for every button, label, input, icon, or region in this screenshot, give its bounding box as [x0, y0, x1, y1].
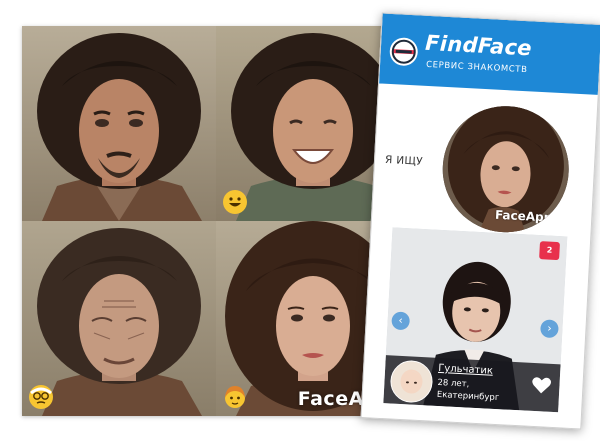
findface-phone-screen: FindFace СЕРВИС ЗНАКОМСТВ Я ИЩУ FaceApp — [360, 12, 600, 430]
looking-for-label: Я ИЩУ — [384, 153, 424, 168]
app-title: FindFace — [424, 30, 533, 61]
avatar-watermark: FaceApp — [494, 207, 553, 225]
female-emoji-icon — [225, 386, 245, 408]
profile-city: Екатеринбург — [436, 389, 500, 404]
photo-count: 2 — [546, 245, 553, 255]
old-emoji-icon — [29, 385, 53, 409]
match-card[interactable]: 2 ‹ › Гульчатик 28 лет, Екатеринбург — [383, 227, 568, 413]
photo-count-badge[interactable]: 2 — [539, 241, 561, 261]
profile-thumbnail[interactable] — [389, 359, 434, 404]
photo-original — [22, 26, 216, 221]
profile-info-bar: Гульчатик 28 лет, Екатеринбург — [383, 355, 561, 413]
uploaded-photo[interactable]: FaceApp — [439, 102, 572, 236]
heart-icon[interactable] — [531, 376, 552, 395]
app-tagline: СЕРВИС ЗНАКОМСТВ — [425, 59, 528, 76]
profile-name-link[interactable]: Гульчатик — [438, 363, 493, 377]
profile-age: 28 лет, — [437, 377, 470, 390]
smile-emoji-icon — [223, 190, 247, 214]
findface-logo-icon — [389, 37, 418, 66]
photo-old — [22, 221, 216, 416]
app-header: FindFace СЕРВИС ЗНАКОМСТВ — [379, 13, 600, 95]
faceapp-collage: FaceApp — [22, 26, 410, 416]
